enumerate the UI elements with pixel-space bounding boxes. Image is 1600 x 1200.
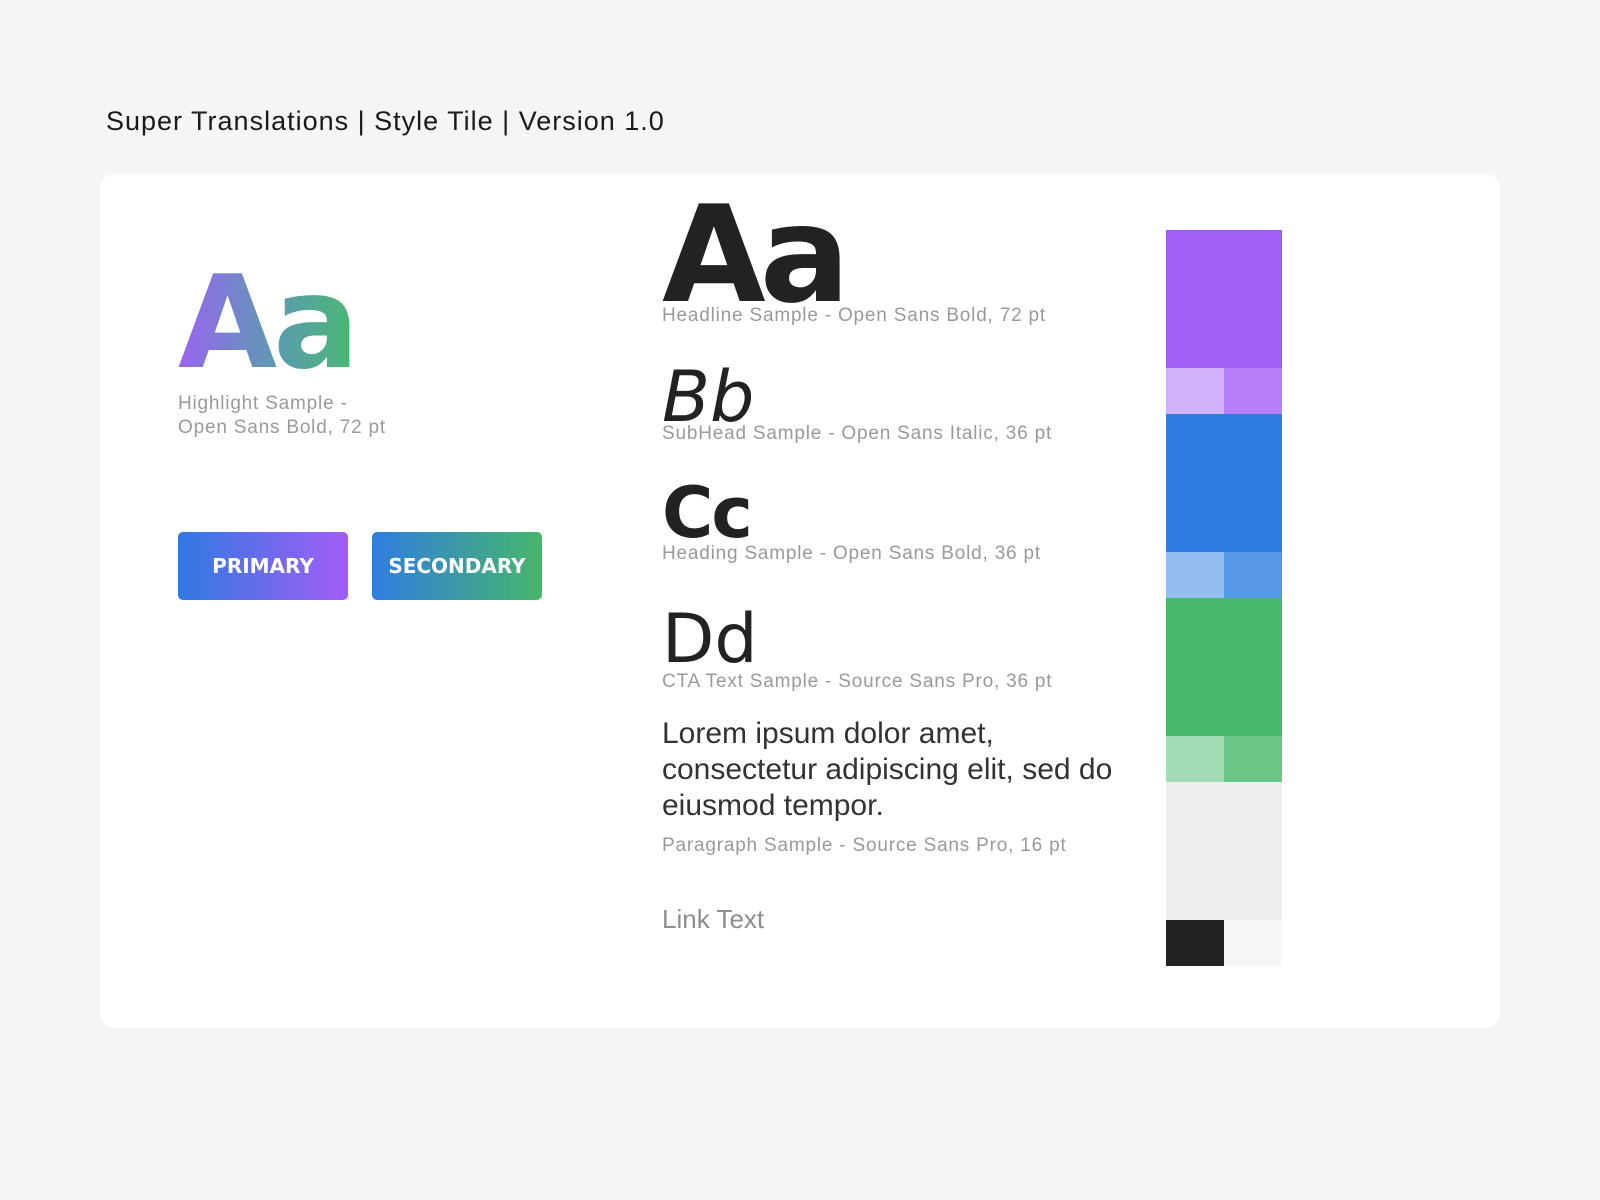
swatch-green-mid — [1224, 736, 1282, 782]
highlight-caption-line2: Open Sans Bold, 72 pt — [178, 417, 386, 438]
swatch-blue — [1166, 414, 1282, 552]
heading-sample: Cc — [662, 472, 753, 554]
paragraph-caption: Paragraph Sample - Source Sans Pro, 16 p… — [662, 835, 1067, 856]
swatch-purple-light — [1166, 368, 1224, 414]
swatch-purple — [1166, 230, 1282, 368]
swatch-row-green — [1166, 736, 1282, 782]
style-tile-card: Aa Highlight Sample - Open Sans Bold, 72… — [100, 174, 1500, 1028]
highlight-caption-line1: Highlight Sample - — [178, 393, 348, 414]
swatch-row-purple — [1166, 368, 1282, 414]
swatch-blue-light — [1166, 552, 1224, 598]
swatch-purple-mid — [1224, 368, 1282, 414]
swatch-row-neutral — [1166, 920, 1282, 966]
swatch-neutral-light — [1224, 920, 1282, 966]
swatch-green-light — [1166, 736, 1224, 782]
page-title: Super Translations | Style Tile | Versio… — [106, 106, 665, 136]
primary-button[interactable]: PRIMARY — [178, 532, 348, 600]
swatch-neutral — [1166, 782, 1282, 920]
swatch-blue-mid — [1224, 552, 1282, 598]
swatch-row-blue — [1166, 552, 1282, 598]
cta-sample: Dd — [662, 600, 758, 679]
heading-caption: Heading Sample - Open Sans Bold, 36 pt — [662, 543, 1041, 564]
headline-caption: Headline Sample - Open Sans Bold, 72 pt — [662, 305, 1046, 326]
headline-sample: Aa — [662, 177, 850, 333]
swatch-green — [1166, 598, 1282, 736]
paragraph-sample: Lorem ipsum dolor amet, consectetur adip… — [662, 717, 1113, 822]
secondary-button[interactable]: SECONDARY — [372, 532, 542, 600]
color-palette — [1166, 230, 1282, 966]
swatch-neutral-dark — [1166, 920, 1224, 966]
subhead-caption: SubHead Sample - Open Sans Italic, 36 pt — [662, 423, 1053, 444]
link-text-sample[interactable]: Link Text — [662, 904, 764, 935]
cta-caption: CTA Text Sample - Source Sans Pro, 36 pt — [662, 671, 1053, 692]
highlight-caption: Highlight Sample - Open Sans Bold, 72 pt — [178, 392, 386, 440]
highlight-sample: Aa — [178, 249, 359, 398]
